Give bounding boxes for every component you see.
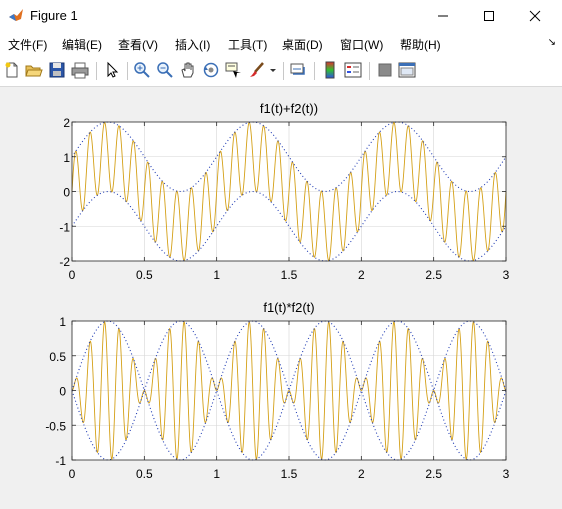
brush-dropdown-icon[interactable] [268,61,278,79]
menu-bar: 文件(F) 编辑(E) 查看(V) 插入(I) 工具(T) 桌面(D) 窗口(W… [0,32,562,56]
maximize-icon [484,11,494,21]
y-tick-label: 0.5 [49,350,66,364]
subplot-title: f1(t)+f2(t)) [260,101,318,116]
x-tick-label: 0.5 [136,268,153,282]
menu-tools[interactable]: 工具(T) [228,36,267,53]
x-tick-label: 0 [69,467,76,481]
x-tick-label: 2 [358,467,365,481]
y-tick-label: -1 [59,220,70,234]
title-bar: Figure 1 [0,0,562,32]
zoom-in-icon[interactable] [133,61,151,79]
x-tick-label: 2 [358,268,365,282]
figure-canvas[interactable]: f1(t)+f2(t)) 2 1 0 -1 -2 0 0.5 1 1.5 2 2… [0,87,562,504]
menu-window[interactable]: 窗口(W) [340,36,383,53]
x-tick-label: 0 [69,268,76,282]
figure-plot: f1(t)+f2(t)) 2 1 0 -1 -2 0 0.5 1 1.5 2 2… [45,101,509,481]
window-title: Figure 1 [30,8,78,23]
toolbar-separator [369,62,370,80]
x-tick-label: 2.5 [425,467,442,481]
print-icon[interactable] [71,61,89,79]
rotate-3d-icon[interactable] [202,61,220,79]
x-tick-label: 2.5 [425,268,442,282]
y-tick-label: 0 [59,385,66,399]
menu-desktop[interactable]: 桌面(D) [282,36,323,53]
x-tick-label: 1.5 [281,467,298,481]
close-icon [529,10,541,22]
pan-hand-icon[interactable] [179,61,197,79]
y-tick-label: -0.5 [45,419,66,433]
x-tick-label: 1 [213,467,220,481]
insert-colorbar-icon[interactable] [321,61,339,79]
y-tick-label: 1 [59,315,66,329]
x-tick-label: 3 [503,268,510,282]
show-plot-tools-icon[interactable] [398,61,416,79]
maximize-button[interactable] [466,0,512,32]
y-tick-label: 2 [63,116,70,130]
x-tick-label: 1.5 [281,268,298,282]
insert-legend-icon[interactable] [344,61,362,79]
toolbar-separator [283,62,284,80]
data-cursor-icon[interactable] [225,61,243,79]
matlab-logo-icon [9,9,23,21]
open-file-icon[interactable] [25,61,43,79]
y-tick-label: 1 [63,151,70,165]
minimize-button[interactable] [420,0,466,32]
subplot-bottom[interactable]: f1(t)*f2(t) 1 0.5 0 -0.5 -1 0 0.5 1 1.5 … [45,300,509,481]
subplot-title: f1(t)*f2(t) [263,300,314,315]
menu-view[interactable]: 查看(V) [118,36,158,53]
edit-plot-arrow-icon[interactable] [103,61,121,79]
y-tick-label: -1 [55,454,66,468]
subplot-top[interactable]: f1(t)+f2(t)) 2 1 0 -1 -2 0 0.5 1 1.5 2 2… [59,101,509,282]
save-icon[interactable] [48,61,66,79]
menu-dock-arrow-icon[interactable]: ↘ [548,37,556,48]
toolbar-separator [127,62,128,80]
figure-toolbar [0,56,562,87]
x-tick-label: 0.5 [136,467,153,481]
y-tick-label: 0 [63,186,70,200]
hide-plot-tools-icon[interactable] [376,61,394,79]
menu-file[interactable]: 文件(F) [8,36,47,53]
close-button[interactable] [512,0,558,32]
toolbar-separator [314,62,315,80]
zoom-out-icon[interactable] [156,61,174,79]
new-figure-icon[interactable] [3,61,21,79]
x-tick-label: 3 [503,467,510,481]
menu-edit[interactable]: 编辑(E) [62,36,102,53]
menu-help[interactable]: 帮助(H) [400,36,441,53]
toolbar-separator [96,62,97,80]
minimize-icon [438,15,448,17]
brush-icon[interactable] [248,61,266,79]
link-plot-icon[interactable] [289,61,307,79]
figure-window: Figure 1 文件(F) 编辑(E) 查看(V) 插入(I) 工具(T) 桌… [0,0,562,504]
x-tick-label: 1 [213,268,220,282]
menu-insert[interactable]: 插入(I) [175,36,210,53]
y-tick-label: -2 [59,255,70,269]
